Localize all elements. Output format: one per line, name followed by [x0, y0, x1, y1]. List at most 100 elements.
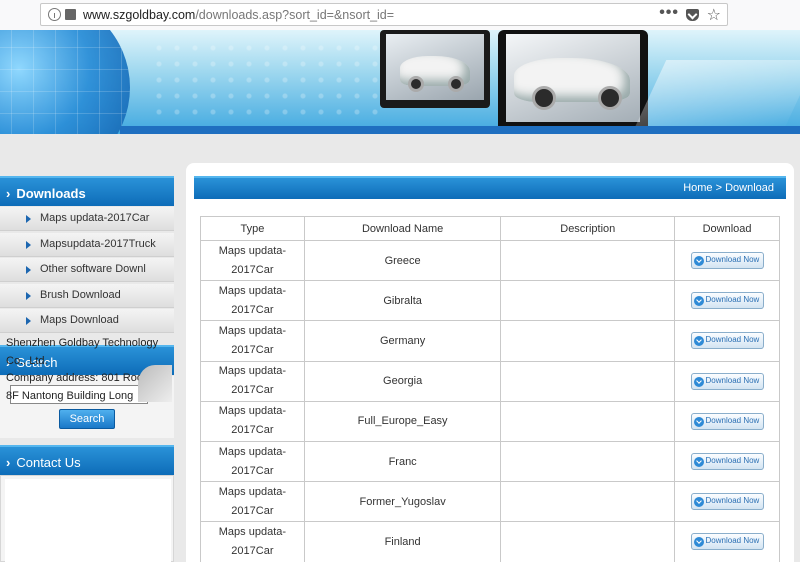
cell-type: Maps updata- 2017Car: [200, 239, 305, 282]
triangle-bullet-icon: [26, 291, 31, 300]
download-arrow-icon: [693, 376, 704, 387]
sidebar-item-label: Mapsupdata-2017Truck: [40, 237, 156, 250]
download-now-button[interactable]: Download Now: [690, 252, 764, 270]
download-now-button[interactable]: Download Now: [690, 453, 764, 471]
search-button[interactable]: Search: [59, 409, 115, 429]
downloads-table: Type Download Name Description Download …: [200, 216, 780, 562]
banner-stripe: [120, 126, 800, 134]
triangle-bullet-icon: [26, 317, 31, 326]
url-text[interactable]: www.szgoldbay.com/downloads.asp?sort_id=…: [83, 8, 394, 22]
gps-device-image: [380, 30, 490, 108]
cell-type: Maps updata- 2017Car: [200, 320, 305, 362]
sidebar-item-brush-download[interactable]: Brush Download: [0, 283, 174, 308]
cell-name: Full_Europe_Easy: [303, 400, 502, 442]
cell-type: Maps updata- 2017Car: [200, 280, 305, 322]
address-bar[interactable]: www.szgoldbay.com/downloads.asp?sort_id=…: [40, 3, 728, 26]
cell-download: Download Now: [674, 481, 780, 523]
download-now-button[interactable]: Download Now: [690, 292, 764, 310]
browser-toolbar: www.szgoldbay.com/downloads.asp?sort_id=…: [0, 0, 800, 30]
gps-device-image-large: [498, 30, 648, 134]
banner-shine: [633, 60, 800, 130]
cell-download: Download Now: [674, 280, 780, 322]
contact-decoration: [138, 365, 172, 402]
table-row: Maps updata- 2017Car Greece Download Now: [200, 239, 780, 282]
sidebar-item-other-software[interactable]: Other software Downl: [0, 258, 174, 283]
content-header-bar: Home > Download: [194, 176, 786, 199]
page-icon: [65, 9, 76, 20]
contact-heading: › Contact Us: [0, 445, 174, 475]
cell-description: [500, 360, 676, 402]
triangle-bullet-icon: [26, 240, 31, 249]
cell-name: Gibralta: [303, 280, 502, 322]
pocket-icon[interactable]: [686, 9, 699, 21]
column-header-name: Download Name: [303, 216, 502, 241]
hex-pattern: [150, 40, 380, 120]
download-now-button[interactable]: Download Now: [690, 493, 764, 511]
cell-name: Finland: [303, 521, 502, 562]
contact-panel: [0, 475, 174, 562]
bookmark-star-icon[interactable]: ☆: [707, 5, 721, 25]
sidebar-item-maps-car[interactable]: Maps updata-2017Car: [0, 207, 174, 231]
table-row: Maps updata- 2017Car Full_Europe_Easy Dow…: [200, 400, 780, 442]
url-host: www.szgoldbay.com: [83, 8, 196, 22]
downloads-title: Downloads: [16, 186, 86, 201]
sidebar-item-maps-download[interactable]: Maps Download: [0, 309, 174, 334]
download-now-button[interactable]: Download Now: [690, 412, 764, 430]
cell-description: [500, 280, 676, 322]
site-banner: [0, 30, 800, 134]
download-now-button[interactable]: Download Now: [690, 372, 764, 390]
cell-name: Germany: [303, 320, 502, 362]
download-arrow-icon: [693, 336, 704, 347]
cell-name: Former_Yugoslav: [303, 481, 502, 523]
cell-type: Maps updata- 2017Car: [200, 521, 305, 562]
cell-download: Download Now: [674, 239, 780, 282]
chevron-right-icon: ›: [6, 186, 11, 201]
info-icon[interactable]: [48, 8, 61, 21]
cell-type: Maps updata- 2017Car: [200, 440, 305, 483]
download-arrow-icon: [693, 537, 704, 548]
table-row: Maps updata- 2017Car Gibralta Download No…: [200, 280, 780, 322]
triangle-bullet-icon: [26, 266, 31, 275]
download-arrow-icon: [693, 296, 704, 307]
sidebar-item-maps-truck[interactable]: Mapsupdata-2017Truck: [0, 232, 174, 257]
download-arrow-icon: [693, 256, 704, 267]
column-header-description: Description: [500, 216, 676, 241]
sidebar-item-label: Brush Download: [40, 288, 121, 301]
cell-description: [500, 521, 676, 562]
globe-graphic: [0, 30, 130, 134]
download-now-button[interactable]: Download Now: [690, 533, 764, 551]
cell-description: [500, 440, 676, 483]
cell-download: Download Now: [674, 440, 780, 483]
column-header-type: Type: [200, 216, 305, 241]
cell-name: Georgia: [303, 360, 502, 402]
table-row: Maps updata- 2017Car Former_Yugoslav Down…: [200, 481, 780, 523]
cell-description: [500, 320, 676, 362]
table-row: Maps updata- 2017Car Germany Download Now: [200, 320, 780, 362]
cell-type: Maps updata- 2017Car: [200, 481, 305, 523]
downloads-heading: › Downloads: [0, 176, 174, 206]
triangle-bullet-icon: [26, 215, 31, 223]
cell-download: Download Now: [674, 521, 780, 562]
contact-line: Shenzhen Goldbay Technology: [6, 337, 159, 349]
sidebar-item-label: Maps updata-2017Car: [40, 212, 150, 224]
cell-description: [500, 239, 676, 282]
download-arrow-icon: [693, 416, 704, 427]
sidebar-item-label: Maps Download: [40, 314, 119, 327]
download-now-button[interactable]: Download Now: [690, 332, 764, 350]
url-path: /downloads.asp?sort_id=&nsort_id=: [195, 8, 395, 22]
download-arrow-icon: [693, 497, 704, 508]
breadcrumb[interactable]: Home > Download: [683, 182, 774, 194]
cell-type: Maps updata- 2017Car: [200, 400, 305, 442]
cell-name: Franc: [303, 440, 502, 483]
page-actions-menu-icon[interactable]: •••: [659, 4, 679, 22]
downloads-category-list: Maps updata-2017Car Mapsupdata-2017Truck…: [0, 207, 174, 335]
cell-download: Download Now: [674, 360, 780, 402]
cell-type: Maps updata- 2017Car: [200, 360, 305, 402]
table-row: Maps updata- 2017Car Georgia Download Now: [200, 360, 780, 402]
table-header-row: Type Download Name Description Download: [200, 216, 780, 241]
cell-download: Download Now: [674, 320, 780, 362]
chevron-right-icon: ›: [6, 455, 11, 470]
table-row: Maps updata- 2017Car Finland Download Now: [200, 521, 780, 562]
cell-description: [500, 481, 676, 523]
cell-name: Greece: [303, 239, 502, 282]
